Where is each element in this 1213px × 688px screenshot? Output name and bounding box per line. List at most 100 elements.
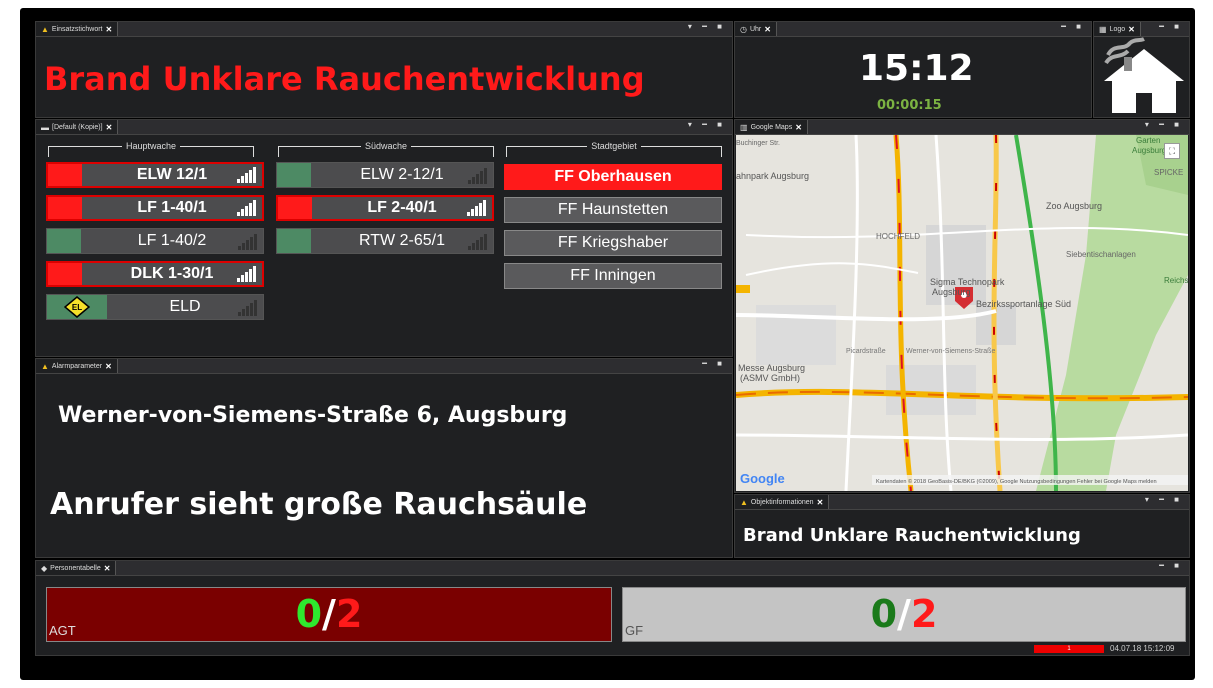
status-indicator [48, 197, 82, 219]
signal-icon [238, 234, 257, 250]
warning-icon: ▲ [41, 361, 49, 371]
panel-controls[interactable]: ▾ ━ ■ [1145, 495, 1183, 504]
personentabelle-panel: ◆ Personentabelle ✕ ━ ■ 0/2 AGT 0/2 GF [35, 560, 1190, 656]
group-title: Stadtgebiet [587, 141, 641, 151]
house-smoke-logo [1104, 37, 1184, 113]
unit-lf-1-40-2[interactable]: LF 1-40/2 [46, 228, 264, 254]
current-time: 15:12 [859, 48, 974, 89]
tab-default-kopie[interactable]: ▬ [Default (Kopie)] ✕ [36, 120, 119, 134]
panel-controls[interactable]: ━ ■ [702, 359, 726, 368]
map-view[interactable]: Buchinger Str. Garten Augsburg SPICKE ah… [736, 135, 1188, 491]
einsatzstichwort-text: Brand Unklare Rauchentwicklung [44, 60, 645, 98]
tab-label: Google Maps [750, 123, 793, 131]
unit-lf-1-40-1[interactable]: LF 1-40/1 [46, 195, 264, 221]
signal-icon [237, 266, 256, 282]
units-panel: ▬ [Default (Kopie)] ✕ ▾ ━ ■ Hauptwache E… [35, 119, 733, 357]
station-ff-inningen[interactable]: FF Inningen [504, 263, 722, 289]
station-ff-oberhausen[interactable]: FF Oberhausen [504, 164, 722, 190]
panel-tabbar: ▬ [Default (Kopie)] ✕ ▾ ━ ■ [36, 120, 732, 135]
group-title: Hauptwache [121, 141, 181, 151]
map-label: Reichs [1164, 276, 1188, 285]
map-canvas[interactable]: Buchinger Str. Garten Augsburg SPICKE ah… [736, 135, 1188, 491]
google-logo: Google [740, 471, 785, 486]
total-count: 2 [910, 592, 938, 636]
unit-rtw-2-65-1[interactable]: RTW 2-65/1 [276, 228, 494, 254]
tab-google-maps[interactable]: ▥ Google Maps ✕ [735, 120, 808, 134]
station-ff-kriegshaber[interactable]: FF Kriegshaber [504, 230, 722, 256]
tab-label: Logo [1109, 25, 1126, 33]
count-separator: / [322, 592, 336, 636]
tab-alarmparameter[interactable]: ▲ Alarmparameter ✕ [36, 359, 118, 373]
panel-controls[interactable]: ▾ ━ ■ [1145, 120, 1183, 129]
signal-icon [467, 200, 486, 216]
present-count: 0 [295, 592, 323, 636]
map-label: (ASMV GmbH) [740, 373, 800, 383]
alarmparameter-panel: ▲ Alarmparameter ✕ ━ ■ Werner-von-Siemen… [35, 358, 733, 558]
person-label: AGT [49, 623, 76, 638]
alarm-indicator[interactable]: 1 [1034, 645, 1104, 653]
truck-icon: ▬ [41, 122, 49, 132]
unit-label: ELW 12/1 [136, 166, 208, 183]
panel-tabbar: ▲ Einsatzstichwort ✕ ▾ ━ ■ [36, 22, 732, 37]
panel-tabbar: ◷ Uhr ✕ ━ ■ [735, 22, 1091, 37]
close-icon[interactable]: ✕ [817, 498, 824, 507]
alarm-count: 1 [1067, 646, 1071, 652]
map-label: Buchinger Str. [736, 140, 780, 147]
fullscreen-icon[interactable]: ⛶ [1164, 143, 1180, 159]
status-indicator [47, 229, 81, 253]
tab-personentabelle[interactable]: ◆ Personentabelle ✕ [36, 561, 117, 575]
signal-icon [237, 167, 256, 183]
footer-timestamp: 04.07.18 15:12:09 [1110, 644, 1175, 653]
close-icon[interactable]: ✕ [105, 362, 112, 371]
map-label: Augsburg [1132, 146, 1166, 155]
count-separator: / [897, 592, 911, 636]
logo-panel: ▦ Logo ✕ ━ ■ [1093, 21, 1190, 118]
unit-elw-2-12-1[interactable]: ELW 2-12/1 [276, 162, 494, 188]
map-label: Bezirkssportanlage Süd [976, 299, 1071, 309]
tab-einsatzstichwort[interactable]: ▲ Einsatzstichwort ✕ [36, 22, 119, 36]
warning-icon: ▲ [740, 497, 748, 507]
panel-tabbar: ◆ Personentabelle ✕ ━ ■ [36, 561, 1189, 576]
panel-controls[interactable]: ━ ■ [1159, 22, 1183, 31]
close-icon[interactable]: ✕ [795, 123, 802, 132]
close-icon[interactable]: ✕ [104, 564, 111, 573]
close-icon[interactable]: ✕ [106, 123, 113, 132]
unit-elw-12-1[interactable]: ELW 12/1 [46, 162, 264, 188]
elapsed-time: 00:00:15 [877, 98, 942, 113]
signal-icon [468, 168, 487, 184]
unit-dlk-1-30-1[interactable]: DLK 1-30/1 [46, 261, 264, 287]
unit-label: LF 1-40/1 [137, 199, 207, 216]
einsatzstichwort-panel: ▲ Einsatzstichwort ✕ ▾ ━ ■ Brand Unklare… [35, 21, 733, 118]
unit-label: RTW 2-65/1 [359, 232, 445, 249]
unit-lf-2-40-1[interactable]: LF 2-40/1 [276, 195, 494, 221]
station-ff-haunstetten[interactable]: FF Haunstetten [504, 197, 722, 223]
tab-label: Personentabelle [50, 564, 101, 572]
close-icon[interactable]: ✕ [1128, 25, 1135, 34]
panel-tabbar: ▦ Logo ✕ ━ ■ [1094, 22, 1189, 37]
person-count-agt: 0/2 AGT [46, 587, 612, 642]
panel-controls[interactable]: ▾ ━ ■ [688, 120, 726, 129]
grid-icon: ▥ [740, 122, 748, 132]
tab-uhr[interactable]: ◷ Uhr ✕ [735, 22, 777, 36]
tab-label: Uhr [749, 25, 762, 33]
tab-objektinformationen[interactable]: ▲ Objektinformationen ✕ [735, 495, 830, 509]
unit-label: DLK 1-30/1 [130, 265, 214, 282]
panel-tabbar: ▥ Google Maps ✕ ▾ ━ ■ [735, 120, 1189, 135]
map-label: Messe Augsburg [738, 363, 805, 373]
person-count-gf: 0/2 GF [622, 587, 1186, 642]
panel-controls[interactable]: ━ ■ [1061, 22, 1085, 31]
image-icon: ▦ [1099, 24, 1107, 34]
group-header-hauptwache: Hauptwache [48, 141, 254, 157]
google-maps-panel: ▥ Google Maps ✕ ▾ ━ ■ Buchinger Str. Gar… [734, 119, 1190, 493]
status-indicator [277, 229, 311, 253]
map-label: HOCHFELD [876, 232, 920, 241]
panel-controls[interactable]: ━ ■ [1159, 561, 1183, 570]
panel-controls[interactable]: ▾ ━ ■ [688, 22, 726, 31]
unit-label: ELW 2-12/1 [360, 166, 444, 183]
map-copyright[interactable]: Kartendaten © 2018 GeoBasis-DE/BKG (©200… [876, 478, 1157, 485]
close-icon[interactable]: ✕ [106, 25, 113, 34]
signal-icon [468, 234, 487, 250]
tab-logo[interactable]: ▦ Logo ✕ [1094, 22, 1141, 36]
close-icon[interactable]: ✕ [764, 25, 771, 34]
unit-eld[interactable]: EL ELD [46, 294, 264, 320]
